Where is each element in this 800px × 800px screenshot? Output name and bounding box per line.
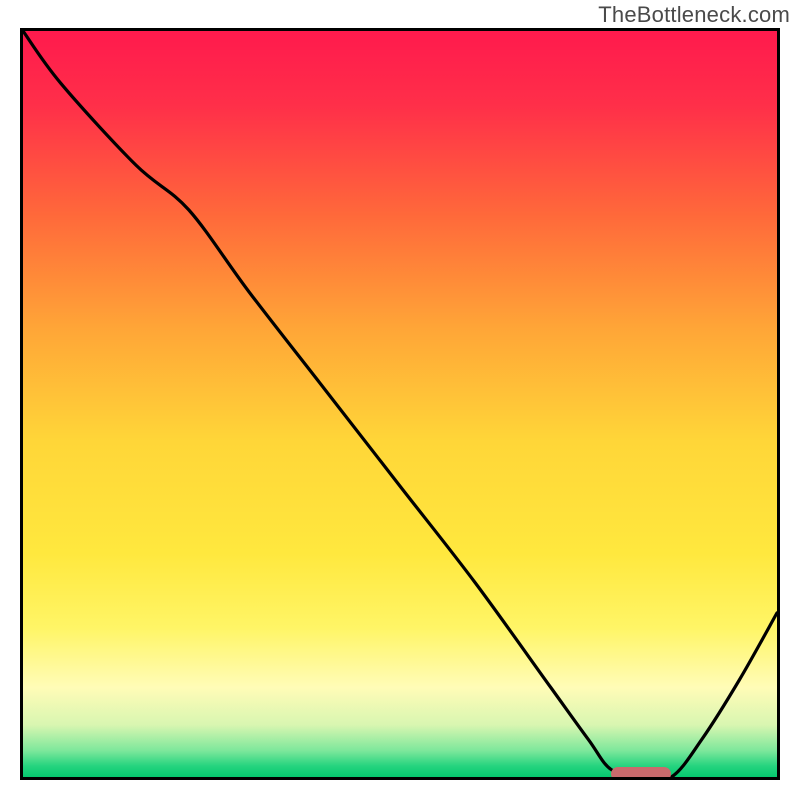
optimal-range-marker (611, 767, 671, 780)
chart-container: TheBottleneck.com (0, 0, 800, 800)
plot-area (20, 28, 780, 780)
bottleneck-curve (23, 31, 777, 777)
watermark-label: TheBottleneck.com (598, 2, 790, 28)
curve-layer (23, 31, 777, 777)
